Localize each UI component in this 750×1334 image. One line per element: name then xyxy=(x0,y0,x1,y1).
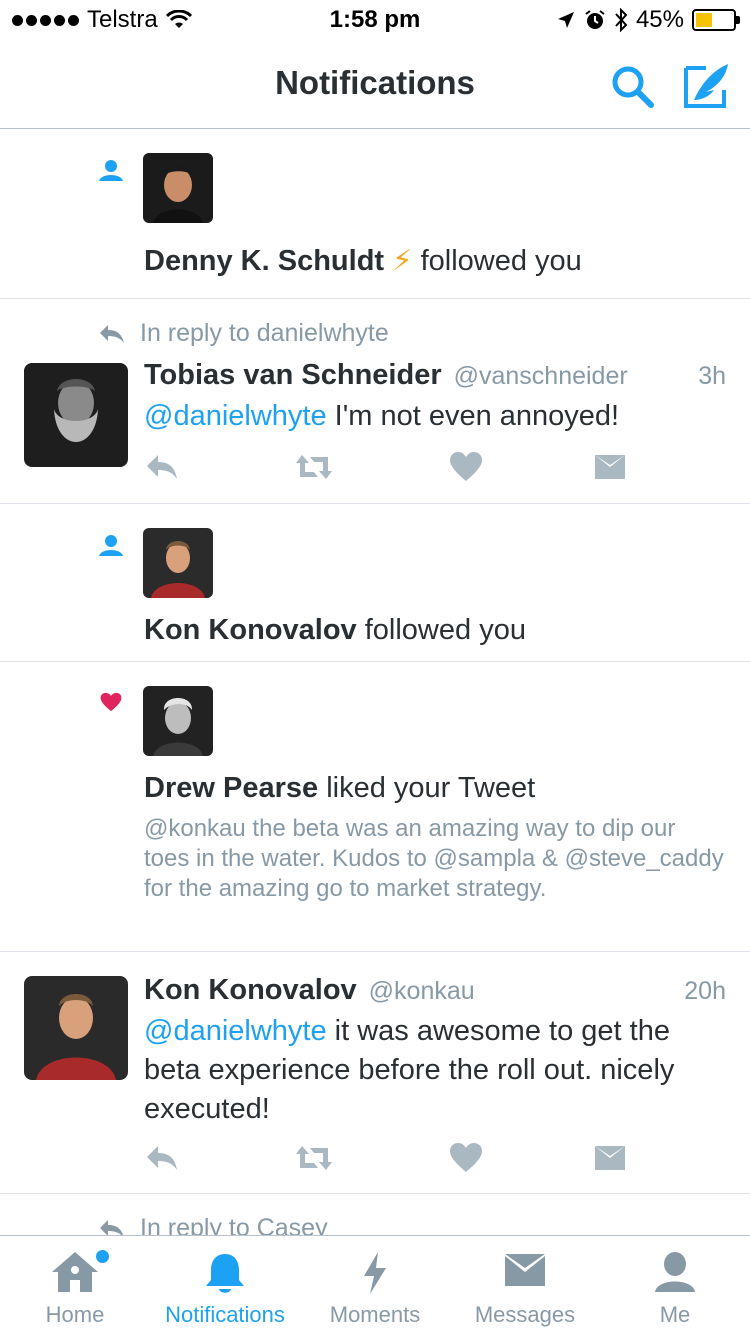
bluetooth-icon xyxy=(615,8,628,32)
tweet-text: @danielwhyte it was awesome to get the b… xyxy=(144,1012,734,1129)
action-text: followed you xyxy=(420,245,582,277)
tab-label: Me xyxy=(659,1302,691,1327)
person-icon xyxy=(655,1252,695,1292)
reply-context-text: In reply to danielwhyte xyxy=(140,319,389,347)
tab-notifications[interactable]: Notifications xyxy=(150,1236,300,1334)
location-arrow-icon xyxy=(557,12,574,28)
liked-heart-icon xyxy=(100,692,122,712)
tab-label: Messages xyxy=(474,1302,576,1327)
retweet-icon[interactable] xyxy=(294,1140,334,1176)
tweet-header: Kon Konovalov @konkau 20h xyxy=(144,974,726,1007)
avatar[interactable] xyxy=(24,363,128,467)
user-handle[interactable]: @konkau xyxy=(369,977,475,1006)
tab-home[interactable]: Home xyxy=(0,1236,150,1334)
like-heart-icon[interactable] xyxy=(448,449,484,485)
status-bar: Telstra 1:58 pm 45% xyxy=(0,0,750,40)
notification-like[interactable]: Drew Pearse liked your Tweet @konkau the… xyxy=(0,662,750,952)
battery-percent: 45% xyxy=(635,6,684,33)
search-icon[interactable] xyxy=(608,62,656,110)
reply-context-text: In reply to Casey xyxy=(140,1214,328,1235)
tweet-text: @danielwhyte I'm not even annoyed! xyxy=(144,397,734,436)
tab-me[interactable]: Me xyxy=(600,1236,750,1334)
tweet-reply[interactable]: In reply to danielwhyte Tobias van Schne… xyxy=(0,299,750,504)
navigation-bar: Notifications xyxy=(0,40,750,129)
user-name[interactable]: Kon Konovalov xyxy=(144,614,357,646)
avatar[interactable] xyxy=(143,686,213,756)
notification-text: Drew Pearse liked your Tweet xyxy=(144,772,535,805)
tweet-reply[interactable]: In reply to Casey xyxy=(0,1194,750,1235)
user-handle[interactable]: @vanschneider xyxy=(454,362,628,391)
lightning-icon xyxy=(364,1252,386,1294)
tweet-header: Tobias van Schneider @vanschneider 3h xyxy=(144,359,726,392)
avatar[interactable] xyxy=(143,153,213,223)
tab-messages[interactable]: Messages xyxy=(450,1236,600,1334)
mention-link[interactable]: @danielwhyte xyxy=(144,400,327,432)
user-name[interactable]: Drew Pearse xyxy=(144,772,318,804)
tweet-mention[interactable]: Kon Konovalov @konkau 20h @danielwhyte i… xyxy=(0,952,750,1194)
action-text: liked your Tweet xyxy=(326,772,536,804)
notifications-feed[interactable]: Denny K. Schuldt ⚡ followed you In reply… xyxy=(0,129,750,1235)
direct-message-icon[interactable] xyxy=(592,1140,628,1176)
tab-moments[interactable]: Moments xyxy=(300,1236,450,1334)
reply-arrow-icon xyxy=(100,324,124,343)
home-badge-dot xyxy=(96,1250,109,1263)
tweet-age: 20h xyxy=(684,977,726,1005)
notification-text: Denny K. Schuldt ⚡ followed you xyxy=(144,243,582,278)
tweet-actions xyxy=(144,1140,644,1176)
bell-icon xyxy=(206,1254,244,1293)
user-name[interactable]: Kon Konovalov xyxy=(144,974,357,1007)
tab-label: Home xyxy=(45,1302,105,1327)
reply-icon[interactable] xyxy=(144,1140,180,1176)
action-text: followed you xyxy=(364,614,526,646)
reply-icon[interactable] xyxy=(144,449,180,485)
retweet-icon[interactable] xyxy=(294,449,334,485)
alarm-icon xyxy=(585,10,605,29)
battery-icon xyxy=(692,9,740,31)
liked-tweet-text[interactable]: @konkau the beta was an amazing way to d… xyxy=(144,814,724,904)
reply-arrow-icon xyxy=(100,1219,124,1235)
direct-message-icon[interactable] xyxy=(592,449,628,485)
tab-label: Moments xyxy=(329,1302,421,1327)
compose-tweet-icon[interactable] xyxy=(682,60,732,110)
lightning-emoji: ⚡ xyxy=(392,245,413,277)
mention-link[interactable]: @danielwhyte xyxy=(144,1015,327,1047)
tweet-body-text: I'm not even annoyed! xyxy=(326,400,620,432)
follow-person-icon xyxy=(99,160,123,181)
notification-follow[interactable]: Denny K. Schuldt ⚡ followed you xyxy=(0,129,750,299)
follow-person-icon xyxy=(99,535,123,556)
user-name[interactable]: Denny K. Schuldt xyxy=(144,245,384,277)
tweet-age: 3h xyxy=(698,362,726,390)
tab-label: Notifications xyxy=(165,1302,285,1327)
user-name[interactable]: Tobias van Schneider xyxy=(144,359,442,392)
tab-bar: Home Notifications Moments Messages Me xyxy=(0,1235,750,1334)
avatar[interactable] xyxy=(24,976,128,1080)
status-right: 45% xyxy=(556,6,740,34)
reply-context: In reply to danielwhyte xyxy=(98,319,389,348)
tweet-actions xyxy=(144,449,644,485)
reply-context: In reply to Casey xyxy=(98,1214,328,1235)
envelope-icon xyxy=(505,1254,545,1286)
avatar[interactable] xyxy=(143,528,213,598)
home-icon xyxy=(52,1252,98,1292)
notification-text: Kon Konovalov followed you xyxy=(144,614,526,647)
notification-follow[interactable]: Kon Konovalov followed you xyxy=(0,504,750,662)
like-heart-icon[interactable] xyxy=(448,1140,484,1176)
